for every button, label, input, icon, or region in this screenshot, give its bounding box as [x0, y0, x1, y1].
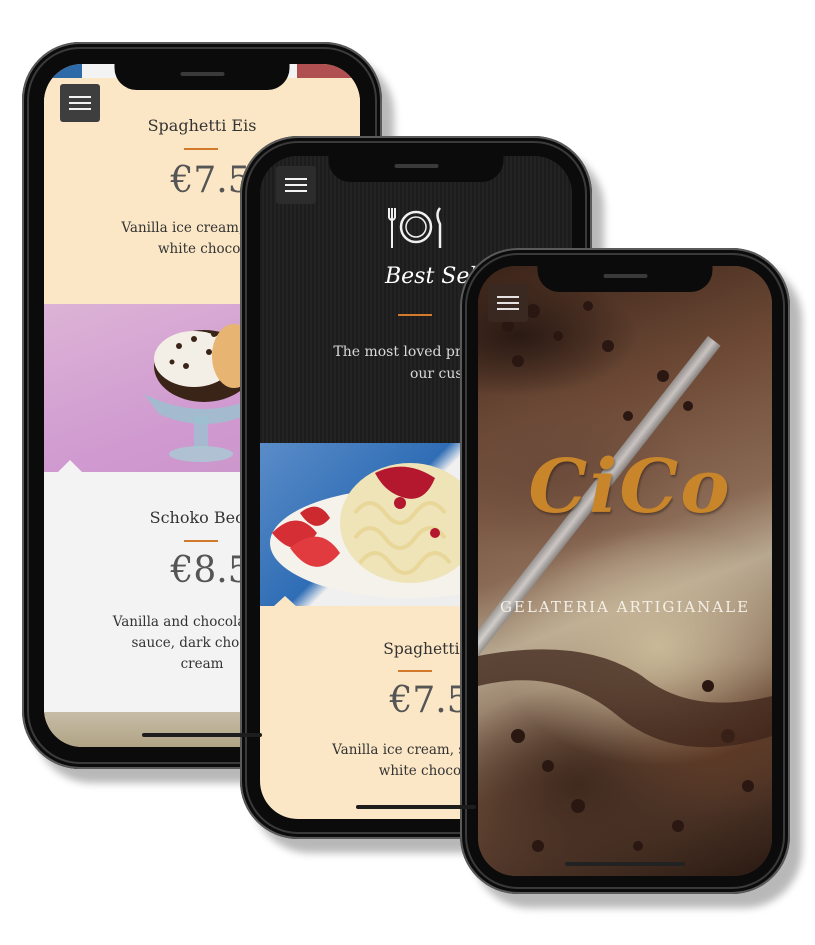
phone2-notch: [328, 156, 504, 182]
phone3-screen: CiCo GELATERIA ARTIGIANALE: [478, 266, 772, 876]
phone-mockup-home: CiCo GELATERIA ARTIGIANALE: [460, 248, 790, 894]
hamburger-menu-icon[interactable]: [276, 166, 316, 204]
home-indicator: [565, 862, 685, 866]
hamburger-menu-icon[interactable]: [60, 84, 100, 122]
hamburger-menu-icon[interactable]: [488, 284, 528, 322]
accent-divider: [398, 314, 432, 316]
home-indicator: [356, 805, 476, 809]
accent-divider: [184, 540, 218, 542]
phone1-notch: [114, 64, 290, 90]
cico-logo: CiCo: [528, 444, 732, 530]
home-indicator: [142, 733, 262, 737]
chocolate-crumbles-overlay: [478, 301, 772, 852]
accent-divider: [184, 148, 218, 150]
tagline: GELATERIA ARTIGIANALE: [499, 598, 751, 616]
accent-divider: [398, 670, 432, 672]
phone3-notch: [537, 266, 713, 292]
plate-cutlery-icon: [388, 207, 442, 248]
